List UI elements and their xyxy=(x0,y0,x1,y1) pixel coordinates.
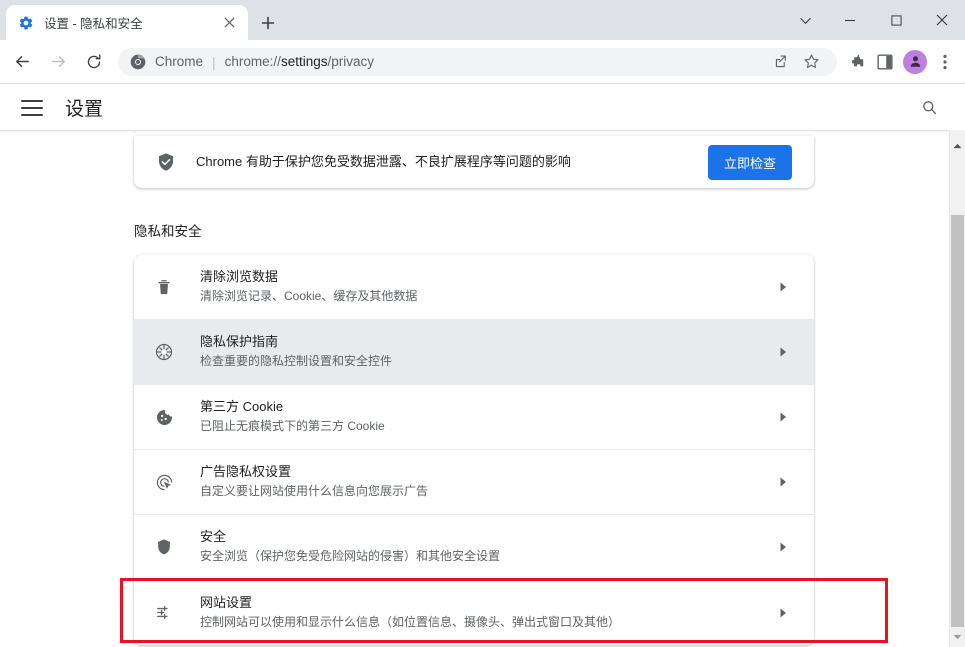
tab-search-chevron-icon[interactable] xyxy=(783,0,827,40)
safety-check-text: Chrome 有助于保护您免受数据泄露、不良扩展程序等问题的影响 xyxy=(196,153,571,169)
chevron-right-icon xyxy=(778,607,788,619)
row-text-group: 安全 安全浏览（保护您免受危险网站的侵害）和其他安全设置 xyxy=(200,527,778,566)
new-tab-button[interactable] xyxy=(254,9,282,37)
back-arrow-icon[interactable] xyxy=(8,48,36,76)
settings-content: Chrome 有助于保护您免受数据泄露、不良扩展程序等问题的影响 立即检查 隐私… xyxy=(0,130,965,647)
scroll-down-arrow-icon[interactable] xyxy=(950,628,965,645)
profile-avatar[interactable] xyxy=(903,49,927,74)
star-icon[interactable] xyxy=(797,48,825,76)
scrollbar-thumb[interactable] xyxy=(951,215,964,627)
row-text-group: 清除浏览数据 清除浏览记录、Cookie、缓存及其他数据 xyxy=(200,267,778,306)
url-prefix: chrome:// xyxy=(224,54,281,69)
row-title: 第三方 Cookie xyxy=(200,399,284,415)
shield-check-icon xyxy=(156,152,176,172)
settings-gear-icon xyxy=(18,15,34,31)
chrome-logo-icon xyxy=(130,54,146,70)
privacy-guide-icon xyxy=(152,340,176,364)
row-subtitle: 控制网站可以使用和显示什么信息（如位置信息、摄像头、弹出式窗口及其他） xyxy=(200,614,621,629)
settings-header: 设置 xyxy=(0,85,965,130)
row-subtitle: 检查重要的隐私控制设置和安全控件 xyxy=(200,354,393,369)
safety-check-card: Chrome 有助于保护您免受数据泄露、不良扩展程序等问题的影响 立即检查 xyxy=(134,136,814,188)
maximize-button[interactable] xyxy=(873,0,919,40)
row-title: 清除浏览数据 xyxy=(200,269,279,285)
section-title: 隐私和安全 xyxy=(134,224,202,239)
row-subtitle: 清除浏览记录、Cookie、缓存及其他数据 xyxy=(200,289,418,304)
cookie-icon xyxy=(152,405,176,429)
omnibox-url: chrome://settings/privacy xyxy=(225,54,374,69)
side-panel-icon[interactable] xyxy=(871,48,899,76)
url-path: /privacy xyxy=(327,54,374,69)
three-dot-menu-icon[interactable] xyxy=(931,48,959,76)
chevron-right-icon xyxy=(778,541,788,553)
share-icon[interactable] xyxy=(767,48,795,76)
chevron-right-icon xyxy=(778,411,788,423)
settings-row-security[interactable]: 安全 安全浏览（保护您免受危险网站的侵害）和其他安全设置 xyxy=(134,515,814,580)
tab-title: 设置 - 隐私和安全 xyxy=(44,17,143,31)
settings-row-site-settings[interactable]: 网站设置 控制网站可以使用和显示什么信息（如位置信息、摄像头、弹出式窗口及其他） xyxy=(134,580,814,645)
browser-title-bar: 设置 - 隐私和安全 xyxy=(0,0,965,40)
settings-row-ad-privacy[interactable]: 广告隐私权设置 自定义要让网站使用什么信息向您展示广告 xyxy=(134,450,814,515)
chevron-right-icon xyxy=(778,346,788,358)
row-title: 广告隐私权设置 xyxy=(200,464,292,480)
row-subtitle: 自定义要让网站使用什么信息向您展示广告 xyxy=(200,484,429,499)
settings-row-privacy-guide[interactable]: 隐私保护指南 检查重要的隐私控制设置和安全控件 xyxy=(134,320,814,385)
reload-icon[interactable] xyxy=(80,48,108,76)
ad-privacy-icon xyxy=(152,470,176,494)
row-title: 安全 xyxy=(200,529,227,545)
hamburger-line xyxy=(21,113,43,116)
hamburger-line xyxy=(21,99,43,102)
url-host: settings xyxy=(280,54,328,69)
hamburger-menu-icon[interactable] xyxy=(21,99,43,116)
settings-row-clear-browsing-data[interactable]: 清除浏览数据 清除浏览记录、Cookie、缓存及其他数据 xyxy=(134,255,814,320)
row-text-group: 第三方 Cookie 已阻止无痕模式下的第三方 Cookie xyxy=(200,397,778,436)
browser-toolbar: Chrome | chrome://settings/privacy xyxy=(0,40,965,84)
page-title: 设置 xyxy=(65,99,104,120)
chevron-right-icon xyxy=(778,476,788,488)
shield-icon xyxy=(152,535,176,559)
address-bar[interactable]: Chrome | chrome://settings/privacy xyxy=(118,47,837,76)
row-text-group: 网站设置 控制网站可以使用和显示什么信息（如位置信息、摄像头、弹出式窗口及其他） xyxy=(200,593,778,632)
content-scrollbar[interactable] xyxy=(949,130,965,647)
forward-arrow-icon xyxy=(44,48,72,76)
row-text-group: 隐私保护指南 检查重要的隐私控制设置和安全控件 xyxy=(200,332,778,371)
row-subtitle: 已阻止无痕模式下的第三方 Cookie xyxy=(200,419,385,434)
settings-row-third-party-cookies[interactable]: 第三方 Cookie 已阻止无痕模式下的第三方 Cookie xyxy=(134,385,814,450)
puzzle-icon[interactable] xyxy=(843,48,871,76)
close-tab-icon[interactable] xyxy=(218,12,240,34)
search-icon[interactable] xyxy=(916,95,942,121)
toolbar-right-actions xyxy=(843,48,959,76)
row-subtitle: 安全浏览（保护您免受危险网站的侵害）和其他安全设置 xyxy=(200,549,501,564)
scroll-up-arrow-icon[interactable] xyxy=(950,137,965,154)
tune-sliders-icon xyxy=(152,601,176,625)
trash-icon xyxy=(152,275,176,299)
omnibox-separator: | xyxy=(212,53,216,70)
minimize-button[interactable] xyxy=(827,0,873,40)
content-top-shadow xyxy=(0,130,949,132)
privacy-settings-list: 清除浏览数据 清除浏览记录、Cookie、缓存及其他数据 隐私保护指南 检查重要… xyxy=(134,255,814,645)
row-text-group: 广告隐私权设置 自定义要让网站使用什么信息向您展示广告 xyxy=(200,462,778,501)
row-title: 隐私保护指南 xyxy=(200,334,279,350)
omnibox-brand-label: Chrome xyxy=(155,54,204,69)
hamburger-line xyxy=(21,106,43,109)
omnibox-actions xyxy=(767,48,825,76)
browser-tab[interactable]: 设置 - 隐私和安全 xyxy=(6,5,248,40)
chevron-right-icon xyxy=(778,281,788,293)
sidebar-divider xyxy=(134,130,135,133)
close-window-button[interactable] xyxy=(919,0,965,40)
window-controls xyxy=(783,0,965,40)
row-title: 网站设置 xyxy=(200,594,253,610)
check-now-button[interactable]: 立即检查 xyxy=(707,144,792,180)
